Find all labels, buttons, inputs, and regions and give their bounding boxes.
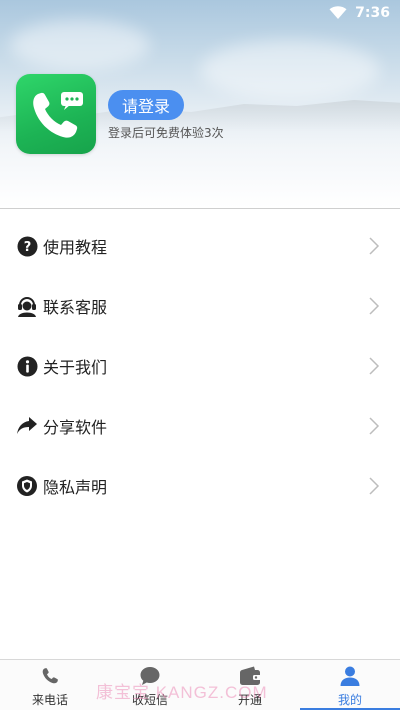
menu-item-share-app[interactable]: 分享软件	[0, 396, 400, 456]
question-circle-icon: ?	[16, 235, 38, 257]
shield-icon	[16, 475, 38, 497]
svg-text:?: ?	[23, 240, 31, 255]
phone-icon	[38, 664, 62, 688]
chevron-right-icon	[369, 297, 380, 315]
menu-label: 联系客服	[43, 298, 108, 317]
bottom-tab-bar: 来电话 收短信 开通 我的	[0, 659, 400, 710]
login-hint: 登录后可免费体验3次	[108, 126, 224, 140]
menu-item-privacy[interactable]: 隐私声明	[0, 456, 400, 516]
person-icon	[338, 664, 362, 688]
menu-label: 关于我们	[43, 358, 108, 377]
tab-activate[interactable]: 开通	[200, 660, 300, 710]
chevron-right-icon	[369, 477, 380, 495]
tab-label: 收短信	[131, 693, 168, 707]
tab-incoming-call[interactable]: 来电话	[0, 660, 100, 710]
menu-item-about-us[interactable]: 关于我们	[0, 336, 400, 396]
share-arrow-icon	[16, 415, 38, 437]
chevron-right-icon	[369, 417, 380, 435]
status-bar: 7:36	[329, 4, 390, 22]
customer-service-icon	[16, 295, 38, 317]
login-button[interactable]: 请登录	[108, 90, 184, 120]
wallet-icon	[238, 664, 262, 688]
wifi-icon	[329, 6, 347, 19]
tab-receive-sms[interactable]: 收短信	[100, 660, 200, 710]
tab-label: 我的	[337, 693, 362, 707]
info-circle-icon	[16, 355, 38, 377]
tab-mine[interactable]: 我的	[300, 660, 400, 710]
menu-label: 隐私声明	[43, 478, 108, 497]
menu-label: 分享软件	[43, 418, 108, 437]
tab-label: 来电话	[31, 693, 68, 707]
chevron-right-icon	[369, 357, 380, 375]
status-time: 7:36	[355, 5, 390, 21]
app-logo	[16, 74, 96, 154]
menu-label: 使用教程	[43, 238, 108, 257]
menu-item-customer-service[interactable]: 联系客服	[0, 276, 400, 336]
menu-item-tutorial[interactable]: ? 使用教程	[0, 216, 400, 276]
chevron-right-icon	[369, 237, 380, 255]
settings-menu: ? 使用教程 联系客服 关于我们 分享软件 隐私声明	[0, 216, 400, 516]
chat-bubble-icon	[138, 664, 162, 688]
header-divider	[0, 208, 400, 209]
tab-label: 开通	[237, 693, 262, 707]
